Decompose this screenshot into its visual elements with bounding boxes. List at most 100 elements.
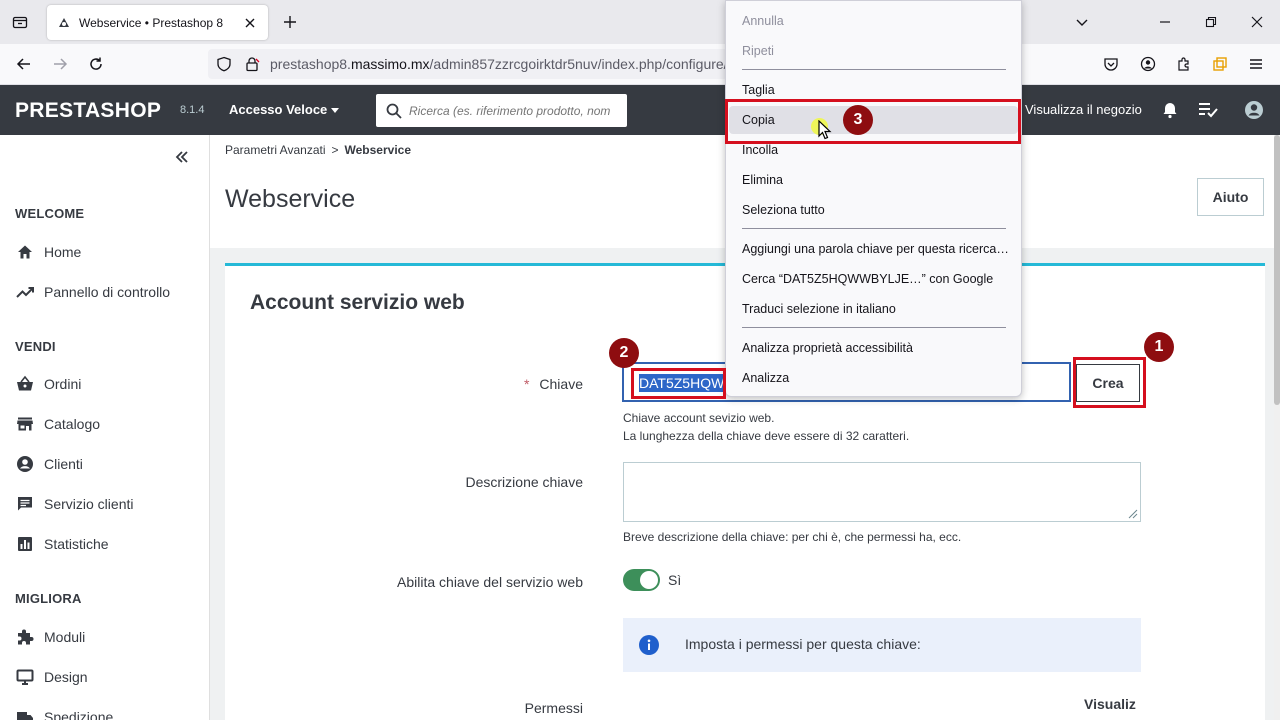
truck-icon — [15, 707, 35, 720]
window-close-icon[interactable] — [1247, 12, 1267, 32]
forward-arrow-icon[interactable] — [50, 54, 70, 74]
annotation-box-create — [1073, 357, 1146, 408]
annotation-badge-1: 1 — [1144, 332, 1174, 362]
version-label: 8.1.4 — [180, 104, 205, 116]
prestashop-logo[interactable]: PRESTASHOP — [15, 99, 161, 123]
tracking-shield-icon[interactable] — [216, 56, 232, 72]
annotation-box-copy — [725, 99, 1021, 144]
account-icon[interactable] — [1138, 54, 1158, 74]
puzzle-icon — [15, 627, 35, 647]
caret-down-icon — [331, 108, 340, 114]
sidebar-item-label: Ordini — [44, 376, 82, 392]
page-scrollbar[interactable] — [1274, 135, 1280, 720]
key-length-help-text: La lunghezza della chiave deve essere di… — [623, 429, 910, 443]
sidebar-item-catalog[interactable]: Catalogo — [15, 413, 205, 435]
lock-icon[interactable] — [244, 56, 260, 72]
sidebar-item-modules[interactable]: Moduli — [15, 626, 205, 648]
sidebar-item-shipping[interactable]: Spedizione — [15, 706, 205, 720]
breadcrumb: Parametri Avanzati > Webservice — [225, 143, 411, 157]
sidebar-item-label: Pannello di controllo — [44, 284, 171, 300]
sidebar-item-label: Home — [44, 244, 82, 260]
tab-list-icon[interactable] — [8, 10, 32, 34]
breadcrumb-parent-link[interactable]: Parametri Avanzati — [225, 143, 326, 157]
user-account-icon[interactable] — [1244, 100, 1264, 120]
browser-tab[interactable]: Webservice • Prestashop 8 — [47, 5, 268, 40]
sidebar-item-home[interactable]: Home — [15, 241, 205, 263]
back-arrow-icon[interactable] — [14, 54, 34, 74]
sidebar-item-label: Clienti — [44, 456, 83, 472]
sidebar-item-orders[interactable]: Ordini — [15, 373, 205, 395]
desktop-icon — [15, 667, 35, 687]
minimize-icon[interactable] — [1155, 12, 1175, 32]
sidebar-item-label: Moduli — [44, 629, 86, 645]
tab-close-icon[interactable] — [242, 15, 258, 31]
extensions-icon[interactable] — [1174, 54, 1194, 74]
sidebar-section-vendi: VENDI — [15, 339, 56, 354]
hamburger-menu-icon[interactable] — [1246, 54, 1266, 74]
browser-tabbar: Webservice • Prestashop 8 — [0, 0, 1280, 44]
sidebar-item-dashboard[interactable]: Pannello di controllo — [15, 281, 205, 303]
resize-grip-icon[interactable] — [1126, 507, 1138, 519]
menu-item-delete[interactable]: Elimina — [729, 166, 1018, 194]
menu-item-search-google[interactable]: Cerca “DAT5Z5HQWWBYLJE…” con Google — [729, 265, 1018, 293]
info-icon — [639, 635, 659, 655]
menu-item-accessibility[interactable]: Analizza proprietà accessibilità — [729, 334, 1018, 362]
playlist-check-icon[interactable] — [1198, 100, 1218, 120]
basket-icon — [15, 374, 35, 394]
sidebar-item-label: Catalogo — [44, 416, 101, 432]
sidebar-item-label: Spedizione — [44, 709, 114, 720]
context-menu: Annulla Ripeti Taglia Copia Incolla Elim… — [725, 0, 1022, 397]
tab-overflow-chevron-icon[interactable] — [1072, 12, 1092, 32]
enable-key-switch[interactable] — [623, 569, 660, 591]
sidebar-section-welcome: WELCOME — [15, 206, 85, 221]
breadcrumb-separator: > — [331, 143, 339, 157]
switch-knob — [640, 571, 658, 589]
pocket-icon[interactable] — [1101, 54, 1121, 74]
menu-item-add-keyword[interactable]: Aggiungi una parola chiave per questa ri… — [729, 235, 1018, 263]
breadcrumb-current: Webservice — [344, 143, 412, 157]
restore-icon[interactable] — [1201, 12, 1221, 32]
visit-shop-link[interactable]: Visualizza il negozio — [1025, 102, 1142, 117]
collapse-sidebar-icon[interactable] — [172, 147, 192, 167]
menu-item-inspect[interactable]: Analizza — [729, 364, 1018, 392]
sidebar-item-customers[interactable]: Clienti — [15, 453, 205, 475]
reload-icon[interactable] — [86, 54, 106, 74]
mouse-pointer-icon — [818, 120, 832, 140]
scrollbar-thumb[interactable] — [1274, 135, 1280, 405]
search-input[interactable] — [409, 100, 621, 121]
store-icon — [15, 414, 35, 434]
sidebar-section-migliora: MIGLIORA — [15, 591, 82, 606]
account-circle-icon — [15, 454, 35, 474]
menu-item-undo[interactable]: Annulla — [729, 7, 1018, 35]
url-text: prestashop8.massimo.mx/admin857zzrcgoirk… — [270, 56, 726, 72]
menu-item-select-all[interactable]: Seleziona tutto — [729, 196, 1018, 224]
sidebar-item-label: Design — [44, 669, 88, 685]
sidebar-item-label: Servizio clienti — [44, 496, 134, 512]
key-help-text: Chiave account sevizio web. — [623, 411, 775, 425]
card-title: Account servizio web — [250, 291, 465, 314]
menu-item-redo[interactable]: Ripeti — [729, 37, 1018, 65]
header-search[interactable] — [376, 94, 627, 127]
browser-navbar: prestashop8.massimo.mx/admin857zzrcgoirk… — [0, 44, 1280, 85]
description-label: Descrizione chiave — [465, 474, 584, 490]
url-bar[interactable]: prestashop8.massimo.mx/admin857zzrcgoirk… — [208, 49, 728, 79]
sidebar-item-design[interactable]: Design — [15, 666, 205, 688]
permissions-view-column-header: Visualiz — [1084, 696, 1136, 712]
tab-title: Webservice • Prestashop 8 — [79, 15, 224, 30]
new-tab-icon[interactable] — [280, 12, 300, 32]
quick-access-dropdown[interactable]: Accesso Veloce — [229, 102, 340, 117]
sidebar: WELCOME Home Pannello di controllo VENDI… — [0, 135, 210, 720]
menu-separator — [742, 69, 1006, 70]
help-button[interactable]: Aiuto — [1197, 178, 1264, 216]
description-help-text: Breve descrizione della chiave: per chi … — [623, 530, 962, 544]
container-tabs-icon[interactable] — [1210, 54, 1230, 74]
menu-item-translate[interactable]: Traduci selezione in italiano — [729, 295, 1018, 323]
annotation-box-key — [631, 368, 726, 399]
home-icon — [15, 242, 35, 262]
description-textarea[interactable] — [623, 462, 1141, 522]
key-label: * Chiave — [523, 376, 583, 392]
sidebar-item-customer-service[interactable]: Servizio clienti — [15, 493, 205, 515]
menu-separator — [742, 327, 1006, 328]
sidebar-item-stats[interactable]: Statistiche — [15, 533, 205, 555]
notifications-bell-icon[interactable] — [1160, 100, 1180, 120]
